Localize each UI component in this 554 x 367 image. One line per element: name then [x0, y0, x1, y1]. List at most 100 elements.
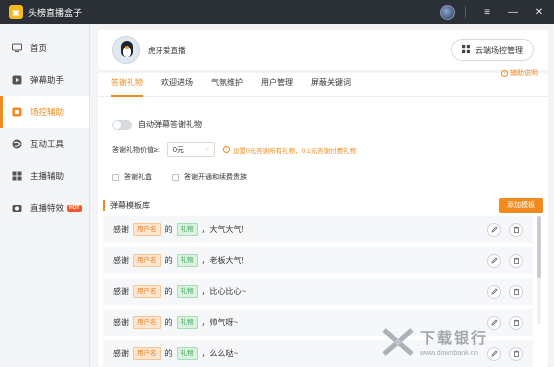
tab-block-keywords[interactable]: 屏蔽关键词	[302, 73, 360, 96]
app-title: 头榜直播盒子	[28, 7, 83, 18]
delete-icon[interactable]	[509, 222, 523, 237]
chevron-down-icon: ⌵	[204, 146, 209, 152]
thanks-giftbox-checkbox[interactable]: 答谢礼盒	[112, 172, 152, 182]
sidebar-item-effects[interactable]: 直播特效 HOT	[0, 192, 89, 224]
hot-badge: HOT	[67, 204, 82, 212]
delete-icon[interactable]	[509, 253, 523, 268]
checkbox-row: 答谢礼盒 答谢开通和续费贵族	[112, 172, 267, 182]
template-suffix: ，比心比心~	[201, 287, 247, 296]
avatar[interactable]	[112, 36, 140, 64]
gift-chip: 礼物	[176, 254, 198, 267]
sidebar-item-label: 主播辅助	[30, 171, 65, 181]
question-icon: ?	[501, 69, 508, 77]
tab-welcome[interactable]: 欢迎进场	[152, 73, 202, 96]
close-icon[interactable]: ✕	[528, 1, 550, 23]
template-row: 感谢 用户名 的 礼物 ，比心比心~	[103, 278, 533, 305]
template-row: 感谢 用户名 的 礼物 ，老板大气!	[103, 247, 533, 274]
template-suffix: ，帅气呀~	[201, 318, 239, 327]
hamburger-icon[interactable]: ≡	[476, 1, 498, 23]
sidebar-item-label: 互动工具	[30, 139, 65, 149]
gift-value-selected: 0元	[173, 146, 184, 154]
minimize-icon[interactable]: —	[502, 1, 524, 23]
auto-thanks-row: 自动弹幕答谢礼物	[112, 119, 202, 130]
username-chip: 用户名	[133, 347, 161, 360]
username-chip: 用户名	[133, 254, 161, 267]
app-logo-icon: ▣	[9, 5, 23, 19]
template-mid: 的	[164, 256, 173, 265]
gift-value-select[interactable]: 0元 ⌵	[167, 142, 215, 157]
template-mid: 的	[164, 287, 173, 296]
tab-thanks-gift[interactable]: 答谢礼物	[102, 73, 152, 97]
add-template-button[interactable]: 添加模板	[499, 197, 543, 213]
section-accent-bar	[103, 199, 105, 211]
template-scrollbar[interactable]	[537, 216, 541, 324]
grid-icon	[12, 171, 22, 181]
auto-thanks-toggle[interactable]	[112, 119, 132, 130]
gift-chip: 礼物	[176, 316, 198, 329]
edit-icon[interactable]	[487, 253, 501, 268]
monitor-icon	[12, 43, 22, 53]
tab-atmosphere[interactable]: 气氛维护	[202, 73, 252, 96]
sidebar-item-label: 直播特效	[30, 203, 65, 213]
tab-bar: 答谢礼物 欢迎进场 气氛维护 用户管理 屏蔽关键词	[98, 73, 548, 97]
help-link-label: 辅助说明	[510, 70, 538, 77]
username-chip: 用户名	[133, 285, 161, 298]
username-chip: 用户名	[133, 316, 161, 329]
title-divider	[465, 6, 466, 18]
template-section-header: 弹幕模板库 添加模板	[103, 197, 543, 213]
template-suffix: ，大气大气!	[201, 225, 244, 234]
nickname: 虎牙爱直播	[148, 45, 186, 55]
gift-value-tip: ! 设置0元答谢所有礼物，0.1元答谢付费礼物	[223, 145, 356, 155]
help-link[interactable]: ? 辅助说明	[501, 68, 538, 78]
gift-chip: 礼物	[176, 223, 198, 236]
sidebar-item-anchor[interactable]: 主播辅助	[0, 160, 89, 192]
username-chip: 用户名	[133, 223, 161, 236]
gift-chip: 礼物	[176, 285, 198, 298]
thanks-noble-checkbox[interactable]: 答谢开通和续费贵族	[172, 172, 247, 182]
template-prefix: 感谢	[113, 287, 129, 296]
sidebar-item-danmu[interactable]: 弹幕助手	[0, 64, 89, 96]
template-prefix: 感谢	[113, 225, 129, 234]
delete-icon[interactable]	[509, 284, 523, 299]
play-icon	[12, 75, 22, 85]
main-area: 虎牙爱直播 云端场控管理 答谢礼物 欢迎进场 气氛维护 用户管理 屏蔽关键词 ?…	[98, 30, 548, 367]
user-avatar[interactable]	[440, 4, 455, 20]
sidebar-item-interact[interactable]: 互动工具	[0, 128, 89, 160]
template-mid: 的	[164, 318, 173, 327]
watermark-logo-icon	[380, 324, 416, 360]
info-icon: !	[223, 146, 230, 153]
edit-icon[interactable]	[487, 222, 501, 237]
auto-thanks-label: 自动弹幕答谢礼物	[138, 120, 202, 129]
grid-icon	[462, 45, 470, 55]
sidebar-item-label: 弹幕助手	[30, 75, 65, 85]
section-title: 弹幕模板库	[110, 200, 150, 210]
template-suffix: ，么么哒~	[201, 349, 239, 358]
gift-value-label: 答谢礼物价值≥:	[112, 146, 160, 154]
cloud-button-label: 云端场控管理	[475, 45, 523, 55]
gift-chip: 礼物	[176, 347, 198, 360]
sidebar-item-home[interactable]: 首页	[0, 32, 89, 64]
template-prefix: 感谢	[113, 349, 129, 358]
edit-icon[interactable]	[487, 284, 501, 299]
watermark-name: 下载银行	[420, 330, 489, 347]
checkbox-label: 答谢礼盒	[124, 174, 152, 181]
template-mid: 的	[164, 349, 173, 358]
template-suffix: ，老板大气!	[201, 256, 244, 265]
globe-icon	[12, 139, 22, 149]
cloud-control-button[interactable]: 云端场控管理	[451, 39, 534, 61]
gift-value-row: 答谢礼物价值≥: 0元 ⌵ ! 设置0元答谢所有礼物，0.1元答谢付费礼物	[112, 142, 356, 157]
gift-value-tip-text: 设置0元答谢所有礼物，0.1元答谢付费礼物	[233, 147, 357, 155]
checkbox-box[interactable]	[112, 173, 119, 181]
watermark: 下载银行 www.downbank.cn	[380, 320, 554, 364]
template-prefix: 感谢	[113, 318, 129, 327]
checkbox-box[interactable]	[172, 173, 179, 181]
tab-user-manage[interactable]: 用户管理	[252, 73, 302, 96]
scrollbar-thumb[interactable]	[537, 216, 541, 278]
template-row: 感谢 用户名 的 礼物 ，大气大气!	[103, 216, 533, 243]
control-icon	[12, 107, 22, 117]
sidebar-item-control[interactable]: 场控辅助	[0, 96, 89, 128]
profile-card: 虎牙爱直播 云端场控管理	[98, 30, 548, 70]
sidebar-item-label: 首页	[30, 43, 48, 53]
watermark-url: www.downbank.cn	[420, 350, 478, 357]
checkbox-label: 答谢开通和续费贵族	[184, 174, 247, 181]
